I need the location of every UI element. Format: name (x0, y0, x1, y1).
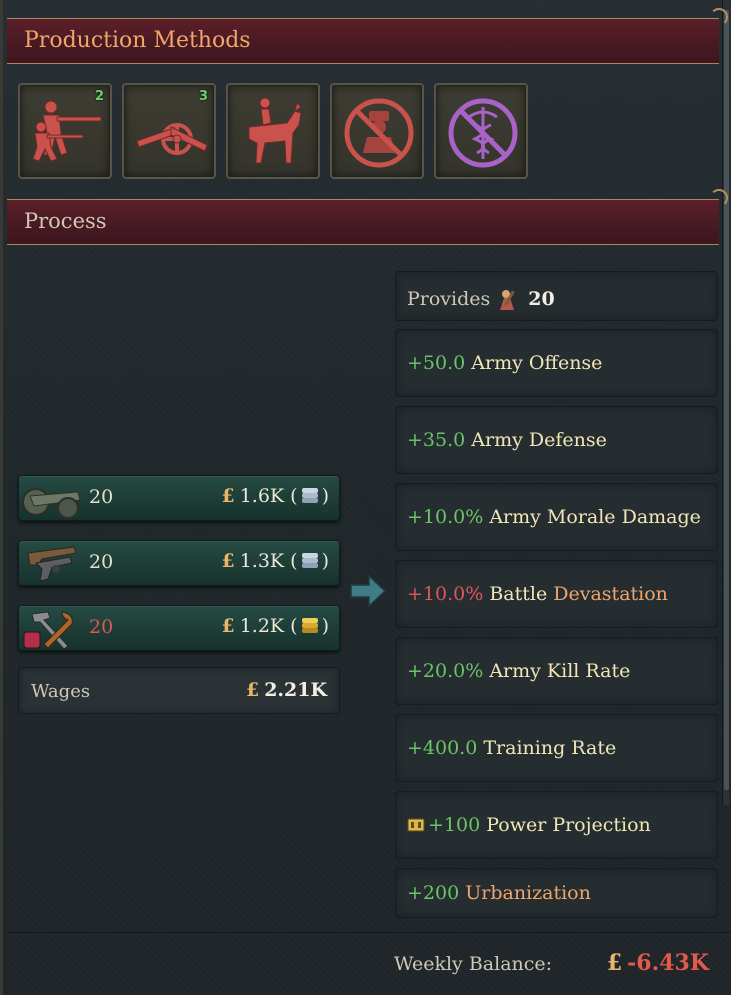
small-arms-goods-icon (27, 546, 77, 582)
no-medical-icon (448, 98, 518, 168)
wages-row[interactable]: Wages £2.21K (18, 667, 340, 714)
provides-line: Provides 20 (407, 286, 555, 312)
input-small-arms[interactable]: 20 £ 1.3K ( ) (18, 540, 340, 586)
wages-value: £2.21K (246, 679, 327, 701)
divider (7, 932, 731, 933)
output-army-offense[interactable]: +50.0 Army Offense (395, 329, 718, 397)
modifier-line: +10.0% Army Morale Damage (407, 506, 701, 528)
pound-icon: £ (221, 550, 235, 572)
production-methods-title: Production Methods (24, 28, 251, 53)
wages-amount: 2.21K (264, 679, 327, 701)
modifier-line: +200 Urbanization (407, 882, 591, 904)
production-methods-header: Production Methods (7, 8, 728, 64)
pm-slot-artillery[interactable]: 3 (122, 83, 216, 179)
output-battle-devastation[interactable]: +10.0% Battle Devastation (395, 560, 718, 628)
process-header: Process (7, 189, 728, 245)
tools-goods-icon (23, 611, 73, 650)
modifier-value: +200 (407, 882, 460, 904)
pm-slot-no-mobilization[interactable] (330, 83, 424, 179)
modifier-label: Army Defense (471, 429, 607, 451)
modifier-label: Army Kill Rate (489, 660, 631, 682)
output-training-rate[interactable]: +400.0 Training Rate (395, 714, 718, 782)
silver-coins-icon (301, 488, 318, 503)
input-qty: 20 (89, 616, 114, 638)
modifier-label: Power Projection (486, 814, 651, 836)
modifier-line: +100 Power Projection (407, 814, 651, 836)
pm-slot-infantry[interactable]: 2 (18, 83, 112, 179)
process-title: Process (24, 209, 107, 233)
corner-ornament (710, 8, 728, 26)
pound-icon: £ (221, 615, 235, 637)
artillery-cannon-icon (136, 123, 208, 155)
input-cost-value: 1.6K (239, 485, 285, 507)
weekly-balance-label: Weekly Balance: (394, 953, 553, 975)
cost-paren-close: ) (321, 550, 329, 572)
input-tools[interactable]: 20 £ 1.2K ( ) (18, 605, 340, 651)
cost-paren-close: ) (321, 485, 329, 507)
input-qty: 20 (89, 486, 114, 508)
output-army-kill-rate[interactable]: +20.0% Army Kill Rate (395, 637, 718, 705)
provides-label: Provides (407, 288, 491, 310)
input-artillery[interactable]: 20 £ 1.6K ( ) (18, 475, 340, 521)
output-army-defense[interactable]: +35.0 Army Defense (395, 406, 718, 474)
cost-paren-close: ) (321, 615, 329, 637)
army-unit-icon (500, 290, 516, 310)
pm-badge-count: 3 (198, 89, 208, 104)
weekly-balance-amount: -6.43K (627, 950, 709, 976)
pound-icon: £ (245, 679, 260, 701)
modifier-line: +35.0 Army Defense (407, 429, 607, 451)
modifier-value: +400.0 (407, 737, 478, 759)
modifier-value: +100 (428, 814, 481, 836)
gold-coins-icon (301, 618, 318, 633)
modifier-value: +10.0% (407, 583, 484, 605)
pm-badge-count: 2 (94, 89, 104, 104)
pm-slot-no-medical[interactable] (434, 83, 528, 179)
power-projection-icon (407, 818, 425, 832)
input-cost: £ 1.6K ( ) (221, 485, 329, 507)
modifier-value: +10.0% (407, 506, 484, 528)
weekly-balance-value: £ -6.43K (607, 950, 709, 976)
building-panel: Production Methods 2 3 Process 20 £ 1.6K… (0, 0, 731, 995)
no-mobilization-icon (344, 98, 414, 168)
modifier-value: +20.0% (407, 660, 484, 682)
output-army-morale-damage[interactable]: +10.0% Army Morale Damage (395, 483, 718, 551)
output-power-projection[interactable]: +100 Power Projection (395, 791, 718, 859)
wages-label: Wages (31, 681, 91, 702)
modifier-label: Army Offense (471, 352, 603, 374)
modifier-label-link[interactable]: Urbanization (465, 882, 591, 904)
modifier-line: +400.0 Training Rate (407, 737, 616, 759)
cost-paren-open: ( (290, 550, 298, 572)
input-qty: 20 (89, 551, 114, 573)
modifier-value: +35.0 (407, 429, 466, 451)
input-cost-value: 1.2K (239, 615, 285, 637)
modifier-value: +50.0 (407, 352, 466, 374)
pm-slot-cavalry[interactable] (226, 83, 320, 179)
modifier-line: +20.0% Army Kill Rate (407, 660, 630, 682)
arrow-right-icon (350, 574, 387, 608)
corner-ornament (710, 189, 728, 207)
scrollbar[interactable] (722, 0, 729, 805)
modifier-line: +10.0% Battle Devastation (407, 583, 668, 605)
silver-coins-icon (301, 553, 318, 568)
pound-icon: £ (221, 485, 235, 507)
artillery-goods-icon (22, 488, 81, 519)
infantry-rifle-icon (32, 100, 102, 162)
cavalry-horse-icon (248, 97, 302, 164)
provides-value: 20 (528, 288, 555, 310)
modifier-label: Battle (489, 583, 548, 605)
cost-paren-open: ( (290, 615, 298, 637)
pound-icon: £ (606, 950, 623, 976)
scrollbar-thumb[interactable] (724, 10, 729, 790)
cost-paren-open: ( (290, 485, 298, 507)
modifier-label-link[interactable]: Devastation (553, 583, 668, 605)
modifier-label: Training Rate (483, 737, 617, 759)
modifier-label: Army Morale Damage (489, 506, 701, 528)
input-cost-value: 1.3K (239, 550, 285, 572)
modifier-line: +50.0 Army Offense (407, 352, 602, 374)
output-provides[interactable]: Provides 20 (395, 271, 718, 321)
input-cost: £ 1.2K ( ) (221, 615, 329, 637)
input-cost: £ 1.3K ( ) (221, 550, 329, 572)
output-urbanization[interactable]: +200 Urbanization (395, 868, 718, 918)
